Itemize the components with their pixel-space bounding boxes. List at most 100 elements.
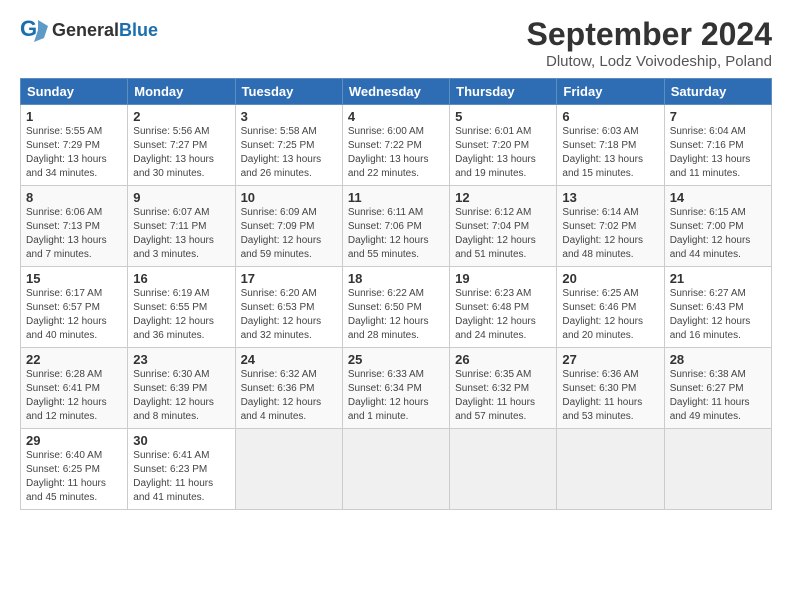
- day-info: Sunrise: 6:30 AMSunset: 6:39 PMDaylight:…: [133, 368, 229, 424]
- day-number: 19: [455, 271, 551, 286]
- day-number: 2: [133, 109, 229, 124]
- table-row: 27Sunrise: 6:36 AMSunset: 6:30 PMDayligh…: [557, 348, 664, 429]
- day-number: 12: [455, 190, 551, 205]
- day-number: 7: [670, 109, 766, 124]
- day-info: Sunrise: 5:55 AMSunset: 7:29 PMDaylight:…: [26, 125, 122, 181]
- table-row: 20Sunrise: 6:25 AMSunset: 6:46 PMDayligh…: [557, 267, 664, 348]
- logo-text: GeneralBlue: [52, 20, 158, 41]
- table-row: 1Sunrise: 5:55 AMSunset: 7:29 PMDaylight…: [21, 105, 128, 186]
- day-info: Sunrise: 6:14 AMSunset: 7:02 PMDaylight:…: [562, 206, 658, 262]
- day-info: Sunrise: 6:17 AMSunset: 6:57 PMDaylight:…: [26, 287, 122, 343]
- table-row: [450, 429, 557, 510]
- day-info: Sunrise: 6:22 AMSunset: 6:50 PMDaylight:…: [348, 287, 444, 343]
- header-monday: Monday: [128, 79, 235, 105]
- day-info: Sunrise: 6:41 AMSunset: 6:23 PMDaylight:…: [133, 449, 229, 505]
- day-number: 4: [348, 109, 444, 124]
- header-tuesday: Tuesday: [235, 79, 342, 105]
- header-friday: Friday: [557, 79, 664, 105]
- day-number: 30: [133, 433, 229, 448]
- day-number: 17: [241, 271, 337, 286]
- day-number: 5: [455, 109, 551, 124]
- weekday-header-row: Sunday Monday Tuesday Wednesday Thursday…: [21, 79, 772, 105]
- table-row: [342, 429, 449, 510]
- calendar-week-row: 8Sunrise: 6:06 AMSunset: 7:13 PMDaylight…: [21, 186, 772, 267]
- day-number: 8: [26, 190, 122, 205]
- calendar-week-row: 22Sunrise: 6:28 AMSunset: 6:41 PMDayligh…: [21, 348, 772, 429]
- day-info: Sunrise: 6:20 AMSunset: 6:53 PMDaylight:…: [241, 287, 337, 343]
- day-number: 29: [26, 433, 122, 448]
- day-info: Sunrise: 6:03 AMSunset: 7:18 PMDaylight:…: [562, 125, 658, 181]
- logo: G GeneralBlue: [20, 16, 158, 44]
- table-row: 28Sunrise: 6:38 AMSunset: 6:27 PMDayligh…: [664, 348, 771, 429]
- calendar-week-row: 1Sunrise: 5:55 AMSunset: 7:29 PMDaylight…: [21, 105, 772, 186]
- table-row: 2Sunrise: 5:56 AMSunset: 7:27 PMDaylight…: [128, 105, 235, 186]
- table-row: 18Sunrise: 6:22 AMSunset: 6:50 PMDayligh…: [342, 267, 449, 348]
- day-number: 6: [562, 109, 658, 124]
- logo-icon: G: [20, 16, 48, 44]
- day-info: Sunrise: 6:04 AMSunset: 7:16 PMDaylight:…: [670, 125, 766, 181]
- table-row: 15Sunrise: 6:17 AMSunset: 6:57 PMDayligh…: [21, 267, 128, 348]
- month-title: September 2024: [527, 16, 772, 53]
- day-info: Sunrise: 6:06 AMSunset: 7:13 PMDaylight:…: [26, 206, 122, 262]
- table-row: [235, 429, 342, 510]
- day-info: Sunrise: 6:23 AMSunset: 6:48 PMDaylight:…: [455, 287, 551, 343]
- day-number: 9: [133, 190, 229, 205]
- header-saturday: Saturday: [664, 79, 771, 105]
- header-thursday: Thursday: [450, 79, 557, 105]
- day-number: 26: [455, 352, 551, 367]
- day-info: Sunrise: 6:09 AMSunset: 7:09 PMDaylight:…: [241, 206, 337, 262]
- table-row: 19Sunrise: 6:23 AMSunset: 6:48 PMDayligh…: [450, 267, 557, 348]
- table-row: 9Sunrise: 6:07 AMSunset: 7:11 PMDaylight…: [128, 186, 235, 267]
- day-info: Sunrise: 6:38 AMSunset: 6:27 PMDaylight:…: [670, 368, 766, 424]
- table-row: 26Sunrise: 6:35 AMSunset: 6:32 PMDayligh…: [450, 348, 557, 429]
- day-number: 22: [26, 352, 122, 367]
- title-area: September 2024 Dlutow, Lodz Voivodeship,…: [527, 16, 772, 70]
- table-row: 23Sunrise: 6:30 AMSunset: 6:39 PMDayligh…: [128, 348, 235, 429]
- day-info: Sunrise: 6:12 AMSunset: 7:04 PMDaylight:…: [455, 206, 551, 262]
- day-number: 15: [26, 271, 122, 286]
- day-info: Sunrise: 6:40 AMSunset: 6:25 PMDaylight:…: [26, 449, 122, 505]
- day-number: 20: [562, 271, 658, 286]
- day-info: Sunrise: 5:56 AMSunset: 7:27 PMDaylight:…: [133, 125, 229, 181]
- table-row: 11Sunrise: 6:11 AMSunset: 7:06 PMDayligh…: [342, 186, 449, 267]
- header-sunday: Sunday: [21, 79, 128, 105]
- header-wednesday: Wednesday: [342, 79, 449, 105]
- day-number: 28: [670, 352, 766, 367]
- table-row: 13Sunrise: 6:14 AMSunset: 7:02 PMDayligh…: [557, 186, 664, 267]
- day-number: 27: [562, 352, 658, 367]
- calendar-week-row: 15Sunrise: 6:17 AMSunset: 6:57 PMDayligh…: [21, 267, 772, 348]
- day-info: Sunrise: 6:07 AMSunset: 7:11 PMDaylight:…: [133, 206, 229, 262]
- table-row: 7Sunrise: 6:04 AMSunset: 7:16 PMDaylight…: [664, 105, 771, 186]
- table-row: [664, 429, 771, 510]
- logo-general: General: [52, 20, 119, 40]
- day-info: Sunrise: 5:58 AMSunset: 7:25 PMDaylight:…: [241, 125, 337, 181]
- table-row: 16Sunrise: 6:19 AMSunset: 6:55 PMDayligh…: [128, 267, 235, 348]
- day-number: 16: [133, 271, 229, 286]
- table-row: 3Sunrise: 5:58 AMSunset: 7:25 PMDaylight…: [235, 105, 342, 186]
- day-number: 10: [241, 190, 337, 205]
- table-row: 4Sunrise: 6:00 AMSunset: 7:22 PMDaylight…: [342, 105, 449, 186]
- day-number: 24: [241, 352, 337, 367]
- day-info: Sunrise: 6:33 AMSunset: 6:34 PMDaylight:…: [348, 368, 444, 424]
- table-row: 30Sunrise: 6:41 AMSunset: 6:23 PMDayligh…: [128, 429, 235, 510]
- calendar-table: Sunday Monday Tuesday Wednesday Thursday…: [20, 78, 772, 510]
- table-row: 8Sunrise: 6:06 AMSunset: 7:13 PMDaylight…: [21, 186, 128, 267]
- day-info: Sunrise: 6:27 AMSunset: 6:43 PMDaylight:…: [670, 287, 766, 343]
- day-number: 25: [348, 352, 444, 367]
- location-title: Dlutow, Lodz Voivodeship, Poland: [527, 53, 772, 70]
- table-row: 25Sunrise: 6:33 AMSunset: 6:34 PMDayligh…: [342, 348, 449, 429]
- table-row: 21Sunrise: 6:27 AMSunset: 6:43 PMDayligh…: [664, 267, 771, 348]
- day-number: 3: [241, 109, 337, 124]
- table-row: 24Sunrise: 6:32 AMSunset: 6:36 PMDayligh…: [235, 348, 342, 429]
- day-info: Sunrise: 6:35 AMSunset: 6:32 PMDaylight:…: [455, 368, 551, 424]
- day-info: Sunrise: 6:00 AMSunset: 7:22 PMDaylight:…: [348, 125, 444, 181]
- day-number: 14: [670, 190, 766, 205]
- table-row: 10Sunrise: 6:09 AMSunset: 7:09 PMDayligh…: [235, 186, 342, 267]
- svg-text:G: G: [20, 16, 37, 41]
- table-row: 29Sunrise: 6:40 AMSunset: 6:25 PMDayligh…: [21, 429, 128, 510]
- day-number: 23: [133, 352, 229, 367]
- day-info: Sunrise: 6:11 AMSunset: 7:06 PMDaylight:…: [348, 206, 444, 262]
- day-number: 1: [26, 109, 122, 124]
- day-info: Sunrise: 6:19 AMSunset: 6:55 PMDaylight:…: [133, 287, 229, 343]
- day-info: Sunrise: 6:36 AMSunset: 6:30 PMDaylight:…: [562, 368, 658, 424]
